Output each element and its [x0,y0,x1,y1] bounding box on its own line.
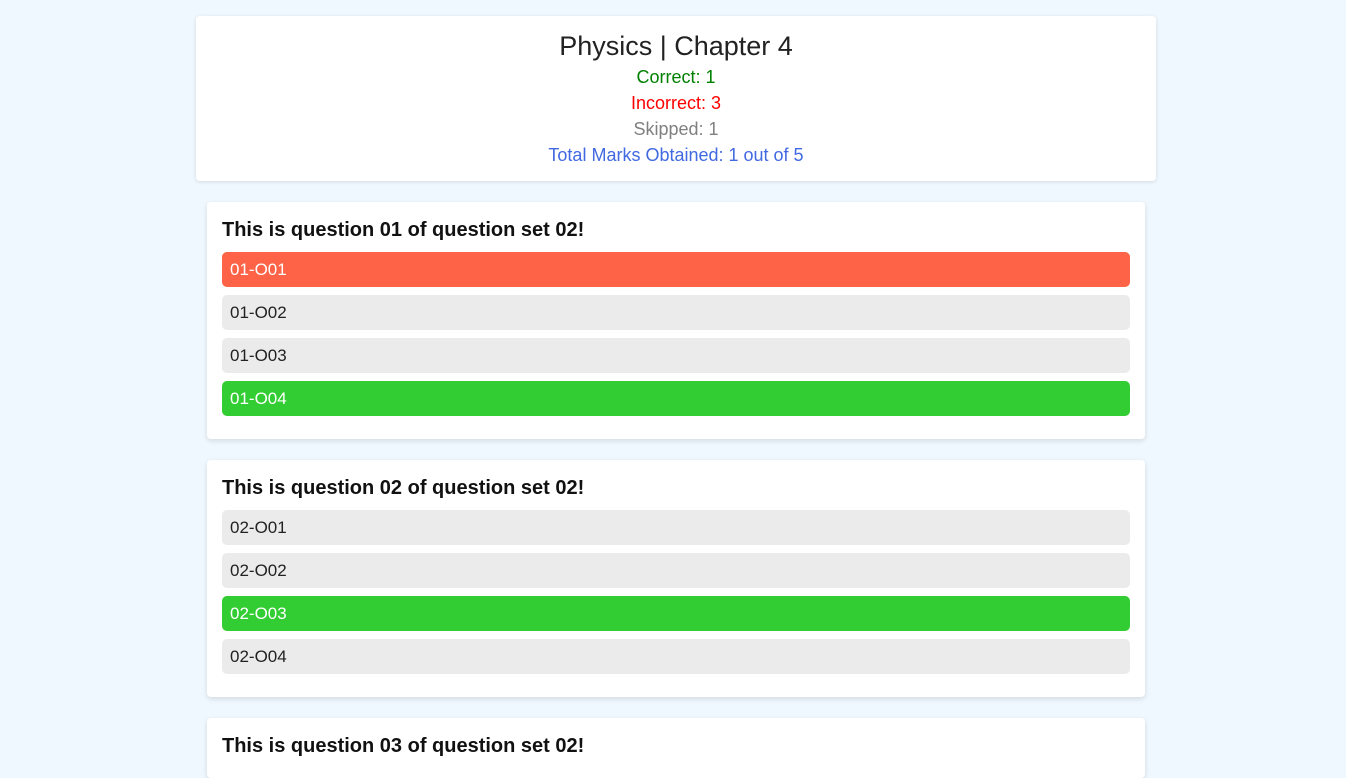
total-marks: Total Marks Obtained: 1 out of 5 [548,145,804,165]
question-card-3: This is question 03 of question set 02! [207,718,1145,778]
question-text: This is question 01 of question set 02! [222,219,585,241]
option-02-o02[interactable]: 02-O02 [222,553,1130,588]
option-01-o02[interactable]: 01-O02 [222,295,1130,330]
skipped-count: Skipped: 1 [633,119,719,139]
option-01-o03[interactable]: 01-O03 [222,338,1130,373]
page-title: Physics | Chapter 4 [559,31,793,61]
question-text: This is question 02 of question set 02! [222,477,585,499]
correct-count: Correct: 1 [636,67,716,87]
result-summary-card: Physics | Chapter 4 Correct: 1 Incorrect… [196,16,1156,181]
option-01-o04[interactable]: 01-O04 [222,381,1130,416]
option-02-o03[interactable]: 02-O03 [222,596,1130,631]
option-02-o01[interactable]: 02-O01 [222,510,1130,545]
option-02-o04[interactable]: 02-O04 [222,639,1130,674]
question-card-1: This is question 01 of question set 02! … [207,202,1145,439]
incorrect-count: Incorrect: 3 [630,93,722,113]
option-01-o01[interactable]: 01-O01 [222,252,1130,287]
question-text: This is question 03 of question set 02! [222,735,585,757]
question-card-2: This is question 02 of question set 02! … [207,460,1145,697]
